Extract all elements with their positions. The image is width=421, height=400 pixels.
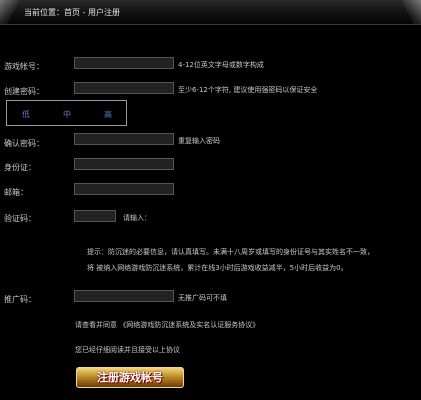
breadcrumb: 当前位置：首页 - 用户注册 — [24, 8, 120, 17]
header-left-ornament — [0, 0, 20, 24]
referrer-input[interactable] — [74, 290, 174, 302]
strength-mid: 中 — [63, 110, 71, 119]
account-input[interactable] — [74, 57, 174, 69]
strength-high: 高 — [104, 110, 112, 119]
anti-addiction-tip-line1: 提示：防沉迷的必要信息，请认真填写。未满十八周岁或填写的身份证号与其实姓名不一致… — [87, 248, 374, 256]
password-label: 创建密码： — [4, 87, 44, 96]
idcard-label: 身份证： — [4, 163, 36, 172]
confirm-password-hint: 重复输入密码 — [178, 137, 220, 145]
referrer-label: 推广码： — [4, 295, 36, 304]
account-hint: 4-12位英文字母或数字构成 — [178, 61, 264, 69]
password-hint: 至少6-12个字符, 建议使用强密码以保证安全 — [178, 86, 318, 94]
agreement-accepted-text: 您已经仔细阅读并且接受以上协议 — [75, 346, 180, 354]
header-bar: 当前位置：首页 - 用户注册 — [0, 0, 421, 25]
captcha-input[interactable] — [74, 210, 116, 222]
strength-low: 低 — [22, 110, 30, 119]
password-strength-meter: 低 中 高 — [6, 100, 127, 126]
captcha-prompt: 请输入： — [123, 214, 151, 222]
email-input[interactable] — [74, 183, 174, 195]
register-account-button[interactable]: 注册游戏帐号 — [76, 367, 184, 388]
idcard-input[interactable] — [74, 158, 174, 170]
account-label: 游戏帐号： — [4, 62, 44, 71]
password-input[interactable] — [74, 82, 174, 94]
header-right-ornament — [401, 0, 421, 24]
agreement-link[interactable]: 请查看并同意 《网络游戏防沉迷系统及实名认证服务协议》 — [75, 320, 259, 330]
captcha-label: 验证码： — [4, 214, 36, 223]
anti-addiction-tip-line2: 将 被纳入网络游戏防沉迷系统，累计在线3小时后游戏收益减半，5小时后收益为0。 — [87, 264, 348, 272]
email-label: 邮箱： — [4, 188, 28, 197]
referrer-hint: 无推广码可不填 — [178, 294, 227, 302]
confirm-password-input[interactable] — [74, 133, 174, 145]
confirm-password-label: 确认密码： — [4, 139, 44, 148]
